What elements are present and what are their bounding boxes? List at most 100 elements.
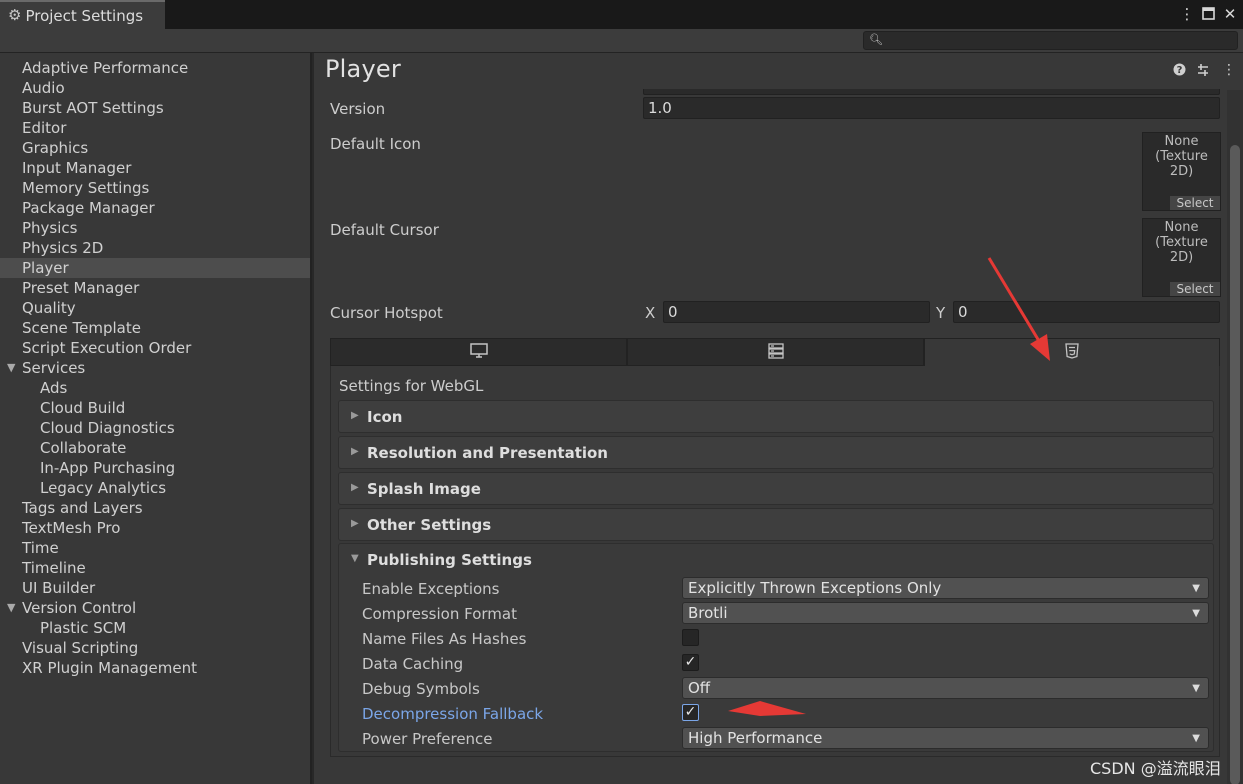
sidebar-item[interactable]: Physics <box>0 218 310 238</box>
sidebar-item[interactable]: Player <box>0 258 310 278</box>
foldout-section[interactable]: ▶ Resolution and Presentation <box>338 436 1214 469</box>
preset-icon[interactable] <box>1196 63 1210 81</box>
more-icon[interactable]: ⋮ <box>1222 62 1236 78</box>
publishing-settings-header[interactable]: Publishing Settings <box>367 551 532 569</box>
power-preference-dropdown[interactable]: High Performance ▼ <box>682 727 1209 749</box>
name-files-as-hashes-label: Name Files As Hashes <box>362 630 527 648</box>
sidebar-item[interactable]: Quality <box>0 298 310 318</box>
sidebar-item-label: Preset Manager <box>22 279 140 297</box>
sidebar-item[interactable]: Script Execution Order <box>0 338 310 358</box>
sidebar-item[interactable]: Tags and Layers <box>0 498 310 518</box>
sidebar-item[interactable]: Time <box>0 538 310 558</box>
sidebar-item[interactable]: Burst AOT Settings <box>0 98 310 118</box>
sidebar-item[interactable]: Package Manager <box>0 198 310 218</box>
version-label: Version <box>330 100 386 118</box>
close-icon[interactable]: ✕ <box>1221 4 1239 24</box>
compression-format-label: Compression Format <box>362 605 517 623</box>
sidebar-item[interactable]: Legacy Analytics <box>0 478 310 498</box>
foldout-section[interactable]: ▶ Icon <box>338 400 1214 433</box>
foldout-collapsed-icon: ▶ <box>351 518 359 529</box>
sidebar-item[interactable]: Preset Manager <box>0 278 310 298</box>
sidebar-item[interactable]: Adaptive Performance <box>0 58 310 78</box>
foldout-section[interactable]: ▶ Splash Image <box>338 472 1214 505</box>
project-settings-tab[interactable]: ⚙ Project Settings <box>0 0 165 29</box>
more-icon[interactable]: ⋮ <box>1178 4 1196 24</box>
default-cursor-select-button[interactable]: Select <box>1170 282 1220 296</box>
sidebar-item-label: Plastic SCM <box>40 619 127 637</box>
sidebar-item[interactable]: Memory Settings <box>0 178 310 198</box>
search-field[interactable]: 🔍︎ <box>863 31 1238 50</box>
foldout-section[interactable]: ▶ Other Settings <box>338 508 1214 541</box>
foldout-expanded-icon[interactable]: ▼ <box>351 553 359 564</box>
tab-standalone[interactable] <box>330 338 627 366</box>
sidebar-item-label: Visual Scripting <box>22 639 139 657</box>
chevron-down-icon: ▼ <box>1192 733 1200 744</box>
server-icon <box>767 343 784 363</box>
decompression-fallback-checkbox[interactable]: ✓ <box>682 704 699 721</box>
window-title: Project Settings <box>25 6 144 25</box>
sidebar-item-label: Adaptive Performance <box>22 59 189 77</box>
sidebar-item-label: Version Control <box>22 599 137 617</box>
sidebar-item[interactable]: Physics 2D <box>0 238 310 258</box>
object-field-type: (Texture 2D) <box>1155 235 1208 265</box>
sidebar-item[interactable]: Timeline <box>0 558 310 578</box>
standalone-icon <box>469 343 488 363</box>
data-caching-checkbox[interactable]: ✓ <box>682 654 699 671</box>
debug-symbols-label: Debug Symbols <box>362 680 480 698</box>
search-input[interactable] <box>884 32 1234 49</box>
default-cursor-object-field[interactable]: None (Texture 2D) Select <box>1142 218 1221 297</box>
object-field-none: None <box>1164 134 1199 149</box>
decompression-fallback-label: Decompression Fallback <box>362 705 544 723</box>
foldout-collapsed-icon: ▶ <box>351 482 359 493</box>
sidebar-item[interactable]: Editor <box>0 118 310 138</box>
default-icon-object-field[interactable]: None (Texture 2D) Select <box>1142 132 1221 211</box>
sidebar-item[interactable]: Graphics <box>0 138 310 158</box>
sidebar-item[interactable]: Cloud Build <box>0 398 310 418</box>
debug-symbols-dropdown[interactable]: Off ▼ <box>682 677 1209 699</box>
sidebar-item-label: Timeline <box>22 559 86 577</box>
enable-exceptions-label: Enable Exceptions <box>362 580 500 598</box>
tab-webgl[interactable] <box>924 338 1220 366</box>
search-icon: 🔍︎ <box>869 33 883 46</box>
sidebar-item[interactable]: Audio <box>0 78 310 98</box>
foldout-expanded-icon[interactable]: ▼ <box>7 358 15 378</box>
hotspot-x-field[interactable]: 0 <box>663 301 930 323</box>
name-files-as-hashes-checkbox[interactable] <box>682 629 699 646</box>
sidebar-item[interactable]: ▼ Services <box>0 358 310 378</box>
compression-format-dropdown[interactable]: Brotli ▼ <box>682 602 1209 624</box>
sidebar-item[interactable]: Scene Template <box>0 318 310 338</box>
sidebar-item[interactable]: XR Plugin Management <box>0 658 310 678</box>
sidebar-item[interactable]: Ads <box>0 378 310 398</box>
sidebar-item[interactable]: UI Builder <box>0 578 310 598</box>
settings-sidebar: Adaptive Performance Audio Burst AOT Setti… <box>0 53 312 784</box>
sidebar-item[interactable]: Input Manager <box>0 158 310 178</box>
sidebar-item[interactable]: Collaborate <box>0 438 310 458</box>
sidebar-item-label: Graphics <box>22 139 89 157</box>
sidebar-item[interactable]: Plastic SCM <box>0 618 310 638</box>
tab-server[interactable] <box>627 338 924 366</box>
scrollbar-thumb[interactable] <box>1230 145 1240 784</box>
sidebar-list: Adaptive Performance Audio Burst AOT Setti… <box>0 53 310 678</box>
foldout-expanded-icon[interactable]: ▼ <box>7 598 15 618</box>
sidebar-item[interactable]: TextMesh Pro <box>0 518 310 538</box>
debug-symbols-value: Off <box>688 679 711 697</box>
sidebar-item-label: TextMesh Pro <box>22 519 121 537</box>
checkmark-icon: ✓ <box>684 654 697 670</box>
help-icon[interactable]: ? <box>1173 63 1186 80</box>
sidebar-item[interactable]: Visual Scripting <box>0 638 310 658</box>
foldout-section-label: Other Settings <box>367 516 492 534</box>
sidebar-item-label: Script Execution Order <box>22 339 192 357</box>
toolbar: 🔍︎ <box>0 29 1243 53</box>
sidebar-item[interactable]: In-App Purchasing <box>0 458 310 478</box>
version-field[interactable]: 1.0 <box>643 97 1220 119</box>
scrollbar[interactable] <box>1227 90 1243 784</box>
sidebar-item[interactable]: ▼ Version Control <box>0 598 310 618</box>
settings-for-label: Settings for WebGL <box>339 377 484 395</box>
sidebar-item[interactable]: Cloud Diagnostics <box>0 418 310 438</box>
sidebar-item-label: Scene Template <box>22 319 141 337</box>
enable-exceptions-dropdown[interactable]: Explicitly Thrown Exceptions Only ▼ <box>682 577 1209 599</box>
default-icon-select-button[interactable]: Select <box>1170 196 1220 210</box>
hotspot-y-field[interactable]: 0 <box>953 301 1220 323</box>
maximize-icon[interactable] <box>1199 4 1217 24</box>
default-cursor-label: Default Cursor <box>330 221 439 239</box>
